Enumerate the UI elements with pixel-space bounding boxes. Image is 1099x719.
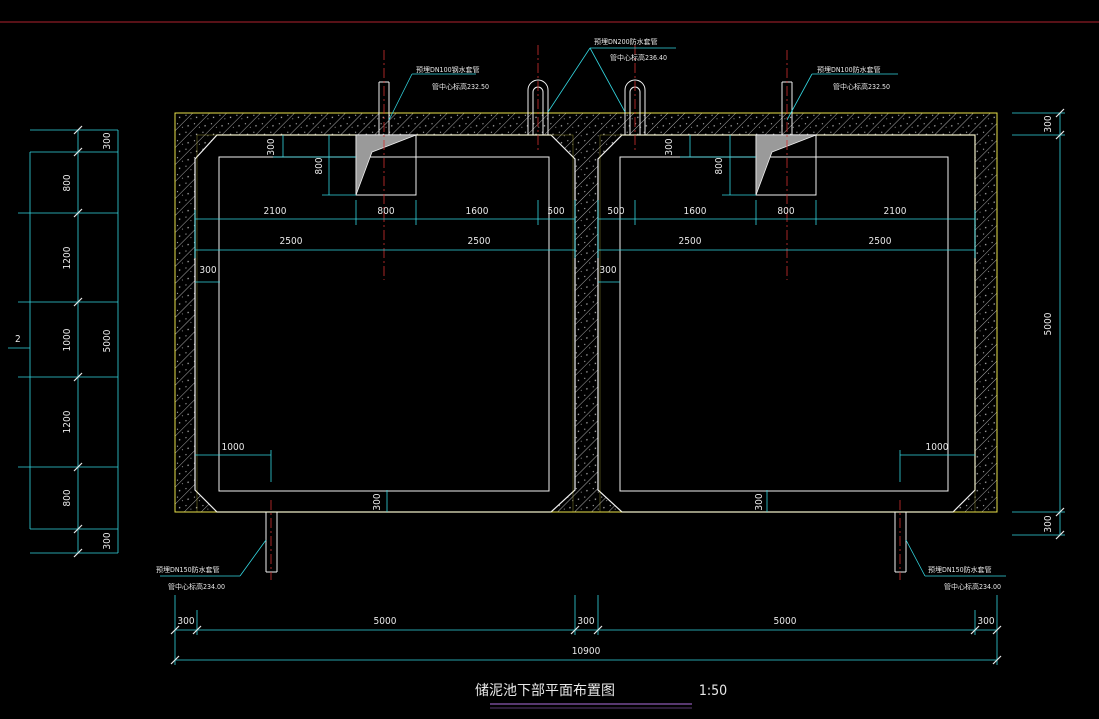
pipe-outlet-right — [894, 512, 907, 573]
dim-top-300-r: 300 — [664, 138, 675, 155]
pipe-elev-outlet-left: 管中心标高234.00 — [168, 582, 225, 591]
left-chain-1: 800 — [62, 174, 73, 191]
dim-b1000-l: 1000 — [222, 442, 245, 453]
right-chain-2: 300 — [1043, 515, 1054, 532]
bottom-chain-0: 300 — [177, 616, 194, 627]
dim-row1-l-1: 800 — [377, 206, 394, 217]
cad-drawing: 预埋DN100钢水套管 管中心标高232.50 预埋DN200防水套管 管中心标… — [0, 21, 1099, 709]
left-room-outline — [194, 134, 576, 513]
pipe-label-inlet-center: 预埋DN200防水套管 — [594, 37, 658, 46]
section-marker: 2 — [15, 334, 21, 345]
left-chain-4: 1200 — [62, 410, 73, 433]
right-room-face — [599, 134, 976, 513]
dim-row1-l-2: 1600 — [466, 206, 489, 217]
bottom-chain-3: 5000 — [774, 616, 797, 627]
bottom-chain-1: 5000 — [374, 616, 397, 627]
pipe-label-inlet-left: 预埋DN100钢水套管 — [416, 65, 480, 74]
pipe-elev-inlet-left: 管中心标高232.50 — [432, 82, 489, 91]
dim-row2-r-1: 2500 — [869, 236, 892, 247]
dim-row2-r-0: 2500 — [679, 236, 702, 247]
dim-wall-300-r: 300 — [599, 265, 616, 276]
dim-row2-l-0: 2500 — [280, 236, 303, 247]
dimension-ticks — [73, 108, 1065, 665]
dim-wall-300-l: 300 — [199, 265, 216, 276]
right-chain-0: 300 — [1043, 115, 1054, 132]
left-hopper — [355, 134, 417, 196]
left-chain-0: 300 — [102, 132, 113, 149]
right-hopper — [755, 134, 817, 196]
dim-row1-r-3: 2100 — [884, 206, 907, 217]
dim-row1-l-3: 500 — [547, 206, 564, 217]
drawing-scale: 1:50 — [699, 683, 727, 699]
dim-b300-l: 300 — [372, 493, 383, 510]
dim-row1-r-0: 500 — [607, 206, 624, 217]
pipe-label-inlet-right: 预埋DN100防水套管 — [817, 65, 881, 74]
left-total: 5000 — [102, 329, 113, 352]
pipe-elev-inlet-center: 管中心标高236.40 — [610, 53, 667, 62]
left-room-face — [196, 134, 574, 513]
bottom-chain-2: 300 — [577, 616, 594, 627]
dim-hopper-800-l: 800 — [314, 157, 325, 174]
left-chain-6: 300 — [102, 532, 113, 549]
bottom-total: 10900 — [572, 646, 601, 657]
dim-row1-r-2: 800 — [777, 206, 794, 217]
left-chain-5: 800 — [62, 489, 73, 506]
left-chain-2: 1200 — [62, 246, 73, 269]
pipe-elev-outlet-right: 管中心标高234.00 — [944, 582, 1001, 591]
pipe-elev-inlet-right: 管中心标高232.50 — [833, 82, 890, 91]
right-chain-1: 5000 — [1043, 312, 1054, 335]
dim-row2-l-1: 2500 — [468, 236, 491, 247]
dim-row1-r-1: 1600 — [684, 206, 707, 217]
dim-hopper-800-r: 800 — [714, 157, 725, 174]
right-room-outline — [597, 134, 976, 513]
bottom-chain-4: 300 — [977, 616, 994, 627]
left-chain-3: 1000 — [62, 328, 73, 351]
pipe-label-outlet-left: 预埋DN150防水套管 — [156, 565, 220, 574]
dim-b1000-r: 1000 — [926, 442, 949, 453]
drawing-title: 储泥池下部平面布置图 — [475, 683, 615, 699]
concrete-wall — [175, 113, 997, 512]
dim-row1-l-0: 2100 — [264, 206, 287, 217]
pipe-outlet-left — [265, 512, 278, 573]
dim-top-300-l: 300 — [266, 138, 277, 155]
pipe-label-outlet-right: 预埋DN150防水套管 — [928, 565, 992, 574]
dim-b300-r: 300 — [754, 493, 765, 510]
